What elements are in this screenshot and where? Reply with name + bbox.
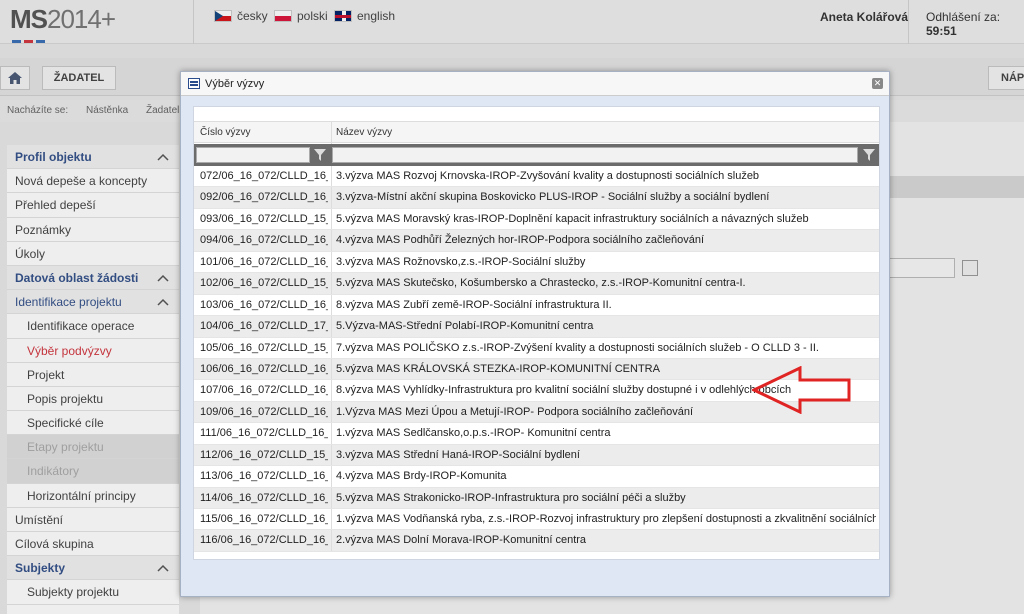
cell-cislo: 093/06_16_072/CLLD_15_...: [200, 212, 328, 225]
dialog-title: Výběr výzvy: [205, 78, 265, 90]
cell-cislo: 094/06_16_072/CLLD_16_...: [200, 234, 328, 247]
filter-funnel-icon[interactable]: [863, 148, 875, 162]
dialog-header: Výběr výzvy ✕: [181, 72, 889, 96]
cell-nazev: 5.výzva MAS Strakonicko-IROP-Infrastrukt…: [336, 491, 686, 504]
cell-nazev: 7.výzva MAS POLIČSKO z.s.-IROP-Zvýšení k…: [336, 341, 819, 354]
table-row[interactable]: 093/06_16_072/CLLD_15_... 5.výzva MAS Mor…: [194, 208, 879, 231]
table-row[interactable]: 104/06_16_072/CLLD_17_... 5.Výzva-MAS-Stř…: [194, 316, 879, 338]
cell-cislo: 113/06_16_072/CLLD_16_...: [200, 470, 328, 483]
table-row[interactable]: 115/06_16_072/CLLD_16_... 1.výzva MAS Vod…: [194, 509, 879, 531]
table-row[interactable]: 113/06_16_072/CLLD_16_... 4.výzva MAS Brd…: [194, 466, 879, 488]
column-divider: [331, 316, 332, 337]
column-divider: [331, 294, 332, 316]
column-divider: [331, 251, 332, 273]
cell-cislo: 104/06_16_072/CLLD_17_...: [200, 320, 328, 333]
column-divider: [331, 122, 332, 144]
filter-input-nazev[interactable]: [332, 147, 858, 163]
cell-cislo: 115/06_16_072/CLLD_16_...: [200, 513, 328, 525]
cell-nazev: 5.výzva MAS Moravský kras-IROP-Doplnění …: [336, 212, 809, 225]
table-row[interactable]: 116/06_16_072/CLLD_16_... 2.výzva MAS Dol…: [194, 530, 879, 552]
cell-nazev: 1.výzva MAS Sedlčansko,o.p.s.-IROP- Komu…: [336, 427, 611, 440]
filter-row: [194, 144, 879, 166]
table-row[interactable]: 102/06_16_072/CLLD_15_... 5.výzva MAS Sku…: [194, 273, 879, 295]
table-row[interactable]: 103/06_16_072/CLLD_16_... 8.výzva MAS Zub…: [194, 294, 879, 317]
column-divider: [331, 401, 332, 423]
column-divider: [331, 423, 332, 444]
column-divider: [331, 166, 332, 187]
cell-cislo: 103/06_16_072/CLLD_16_...: [200, 298, 328, 311]
table-row[interactable]: 105/06_16_072/CLLD_15_... 7.výzva MAS POL…: [194, 337, 879, 359]
column-divider: [331, 337, 332, 358]
column-divider: [331, 509, 332, 530]
filter-input-cislo[interactable]: [196, 147, 310, 163]
column-divider: [331, 208, 332, 230]
cell-nazev: 8.výzva MAS Zubří země-IROP-Sociální inf…: [336, 298, 612, 311]
cell-nazev: 5.Výzva-MAS-Střední Polabí-IROP-Komunitn…: [336, 320, 594, 333]
list-window-icon: [188, 78, 200, 89]
cell-nazev: 5.výzva MAS Skutečsko, Košumbersko a Chr…: [336, 277, 746, 290]
column-divider: [331, 466, 332, 487]
cell-cislo: 105/06_16_072/CLLD_15_...: [200, 341, 328, 354]
table-row[interactable]: 072/06_16_072/CLLD_16_... 3.výzva MAS Roz…: [194, 166, 879, 188]
table-row[interactable]: 094/06_16_072/CLLD_16_... 4.výzva MAS Pod…: [194, 230, 879, 252]
cell-cislo: 072/06_16_072/CLLD_16_...: [200, 170, 328, 182]
cell-nazev: 3.výzva-Místní akční skupina Boskovicko …: [336, 191, 770, 204]
filter-funnel-icon[interactable]: [314, 148, 326, 162]
cell-nazev: 2.výzva MAS Dolní Morava-IROP-Komunitní …: [336, 534, 587, 547]
cell-cislo: 101/06_16_072/CLLD_16_...: [200, 255, 328, 268]
table-row[interactable]: 112/06_16_072/CLLD_15_... 3.výzva MAS Stř…: [194, 444, 879, 467]
column-divider: [331, 487, 332, 508]
cell-nazev: 4.výzva MAS Brdy-IROP-Komunita: [336, 470, 507, 483]
cell-nazev: 1.výzva MAS Vodňanská ryba, z.s.-IROP-Ro…: [336, 513, 876, 525]
annotation-arrow-icon: [752, 366, 851, 414]
cell-cislo: 092/06_16_072/CLLD_16_...: [200, 191, 328, 204]
column-divider: [331, 530, 332, 551]
close-icon[interactable]: ✕: [872, 78, 883, 89]
cell-cislo: 106/06_16_072/CLLD_16_...: [200, 362, 328, 375]
column-divider: [331, 444, 332, 466]
column-header-cislo[interactable]: Číslo výzvy: [200, 127, 251, 138]
column-divider: [331, 358, 332, 380]
table-row[interactable]: 092/06_16_072/CLLD_16_... 3.výzva-Místní …: [194, 187, 879, 209]
column-divider: [331, 187, 332, 208]
table-row[interactable]: 101/06_16_072/CLLD_16_... 3.výzva MAS Rož…: [194, 251, 879, 274]
cell-cislo: 112/06_16_072/CLLD_15_...: [200, 448, 328, 461]
cell-cislo: 107/06_16_072/CLLD_16_...: [200, 384, 328, 397]
cell-nazev: 4.výzva MAS Podhůří Železných hor-IROP-P…: [336, 234, 705, 247]
cell-cislo: 109/06_16_072/CLLD_16_...: [200, 405, 328, 418]
column-header-nazev[interactable]: Název výzvy: [336, 127, 392, 138]
cell-cislo: 102/06_16_072/CLLD_15_...: [200, 277, 328, 290]
select-call-dialog: Výběr výzvy ✕ Číslo výzvy Název výzvy 07…: [180, 71, 890, 597]
cell-cislo: 114/06_16_072/CLLD_16_...: [200, 491, 328, 504]
table-body: 072/06_16_072/CLLD_16_... 3.výzva MAS Roz…: [194, 166, 879, 552]
cell-nazev: 3.výzva MAS Rožnovsko,z.s.-IROP-Sociální…: [336, 255, 586, 268]
column-divider: [331, 273, 332, 294]
cell-cislo: 111/06_16_072/CLLD_16_...: [200, 427, 328, 440]
column-divider: [331, 380, 332, 401]
table-row[interactable]: 114/06_16_072/CLLD_16_... 5.výzva MAS Str…: [194, 487, 879, 509]
cell-nazev: 3.výzva MAS Střední Haná-IROP-Sociální b…: [336, 448, 580, 461]
calls-table: Číslo výzvy Název výzvy 072/06_16_072/CL…: [193, 106, 880, 560]
table-header: Číslo výzvy Název výzvy: [194, 121, 879, 144]
cell-nazev: 3.výzva MAS Rozvoj Krnovska-IROP-Zvyšová…: [336, 170, 760, 182]
column-divider: [331, 230, 332, 251]
cell-cislo: 116/06_16_072/CLLD_16_...: [200, 534, 328, 547]
table-row[interactable]: 111/06_16_072/CLLD_16_... 1.výzva MAS Sed…: [194, 423, 879, 445]
